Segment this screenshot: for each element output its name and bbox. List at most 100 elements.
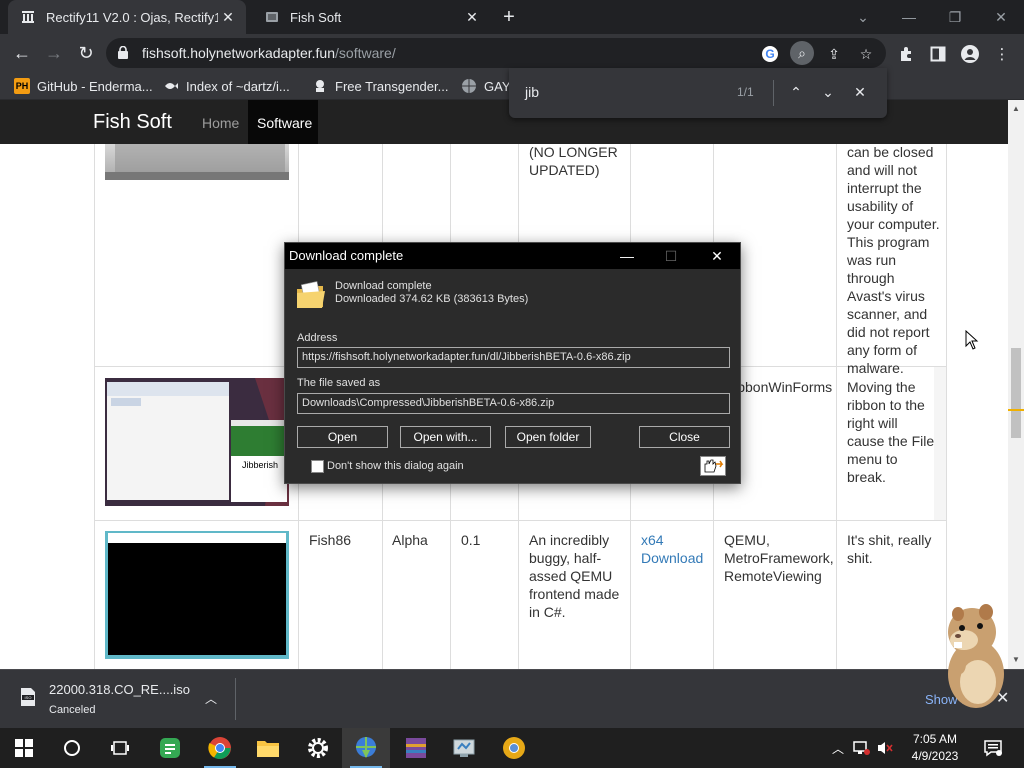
file-explorer-icon[interactable]: [244, 728, 292, 768]
side-panel-icon[interactable]: [927, 43, 949, 65]
back-arrow-icon[interactable]: ←: [9, 40, 35, 66]
windows-taskbar: ︿ 7:05 AM 4/9/2023: [0, 728, 1024, 768]
scrollbar-thumb[interactable]: [1011, 348, 1021, 438]
dialog-maximize-icon[interactable]: ☐: [651, 243, 691, 269]
saved-path-field[interactable]: Downloads\Compressed\JibberishBETA-0.6-x…: [297, 393, 730, 414]
drag-hand-icon[interactable]: [700, 456, 726, 476]
page-scrollbar[interactable]: ▲ ▼: [1008, 100, 1024, 669]
search-circle-icon[interactable]: [48, 728, 96, 768]
settings-gear-icon[interactable]: [294, 728, 342, 768]
dont-show-again-label: Don't show this dialog again: [327, 460, 464, 472]
scroll-up-arrow-icon[interactable]: ▲: [1012, 104, 1020, 113]
folder-document-icon: [295, 279, 327, 314]
internet-download-manager-icon[interactable]: [342, 728, 390, 768]
close-icon[interactable]: ✕: [218, 9, 238, 26]
bookmark-free-transgender[interactable]: Free Transgender...: [312, 77, 448, 95]
table-border: [94, 144, 95, 669]
table-row-divider: [94, 520, 946, 521]
row3-download-link[interactable]: x64 Download: [641, 531, 703, 567]
forward-arrow-icon[interactable]: →: [41, 40, 67, 66]
site-brand[interactable]: Fish Soft: [93, 111, 172, 134]
globe-icon: [461, 78, 477, 94]
start-windows-icon[interactable]: [0, 728, 48, 768]
page-icon: [264, 9, 280, 25]
table-border: [836, 144, 837, 669]
row3-description: An incredibly buggy, half-assed QEMU fro…: [529, 532, 620, 620]
address-label: Address: [297, 332, 338, 344]
new-tab-plus-icon[interactable]: +: [498, 6, 520, 28]
dont-show-again-checkbox[interactable]: [311, 460, 324, 473]
taskbar-clock[interactable]: 7:05 AM 4/9/2023: [900, 731, 970, 765]
volume-muted-icon[interactable]: [874, 728, 896, 768]
row3-stage: Alpha: [392, 532, 428, 548]
svg-text:ISO: ISO: [25, 695, 32, 700]
minimize-icon[interactable]: —: [886, 0, 932, 34]
nav-home[interactable]: Home: [202, 115, 239, 131]
row3-name: Fish86: [309, 532, 352, 548]
dialog-close-icon[interactable]: ✕: [697, 243, 737, 269]
task-view-icon[interactable]: [96, 728, 144, 768]
tab-search-chevron-icon[interactable]: ⌄: [840, 0, 886, 34]
menu-kebab-icon[interactable]: ⋮: [991, 43, 1013, 65]
find-previous-chevron-up-icon[interactable]: ⌃: [785, 81, 807, 103]
bookmark-index-dartz[interactable]: Index of ~dartz/i...: [163, 77, 290, 95]
dialog-titlebar[interactable]: Download complete — ☐ ✕: [285, 243, 740, 269]
bookmark-github[interactable]: PH GitHub - Enderma...: [14, 77, 153, 95]
site-icon: [312, 78, 328, 94]
find-separator: [773, 80, 774, 106]
control-panel-icon[interactable]: [440, 728, 488, 768]
reload-icon[interactable]: ↻: [73, 40, 99, 66]
tab-title: Rectify11 V2.0 : Ojas, Rectify11: [46, 9, 218, 25]
fish-icon: [163, 78, 179, 94]
row2-screenshot[interactable]: Jibberish: [105, 378, 289, 506]
chrome-icon[interactable]: [196, 728, 244, 768]
nav-software[interactable]: Software: [257, 115, 312, 131]
table-border: [946, 144, 947, 669]
bookmark-gay[interactable]: GAY: [461, 77, 511, 95]
open-button[interactable]: Open: [297, 426, 388, 448]
download-complete-dialog: Download complete — ☐ ✕ Download complet…: [284, 242, 741, 484]
close-button[interactable]: Close: [639, 426, 730, 448]
dialog-heading: Download complete: [335, 280, 432, 292]
row3-screenshot[interactable]: [105, 531, 289, 659]
open-folder-button[interactable]: Open folder: [505, 426, 591, 448]
action-center-notification-icon[interactable]: [980, 728, 1006, 768]
restore-icon[interactable]: ❐: [932, 0, 978, 34]
find-in-page-icon[interactable]: ⌕: [790, 41, 814, 65]
google-icon[interactable]: G: [760, 44, 780, 64]
find-next-chevron-down-icon[interactable]: ⌄: [817, 81, 839, 103]
tab-fish-soft[interactable]: Fish Soft ✕: [252, 0, 490, 34]
browser-tab-strip: Rectify11 V2.0 : Ojas, Rectify11 ✕ Fish …: [0, 0, 1024, 34]
find-count: 1/1: [737, 85, 754, 99]
bookmark-star-icon[interactable]: ☆: [856, 44, 876, 64]
row3-notes: It's shit, really shit.: [847, 532, 932, 566]
lock-icon: [118, 45, 128, 62]
download-filename[interactable]: 22000.318.CO_RE....iso: [49, 682, 190, 697]
winrar-archive-icon[interactable]: [392, 728, 440, 768]
address-bar[interactable]: fishsoft.holynetworkadapter.fun/software…: [106, 38, 886, 68]
tray-overflow-chevron-icon[interactable]: ︿: [828, 728, 848, 768]
share-icon[interactable]: ⇪: [824, 44, 844, 64]
close-icon[interactable]: ✕: [462, 9, 482, 26]
find-input[interactable]: jib: [525, 84, 539, 100]
chrome-canary-icon[interactable]: [490, 728, 538, 768]
window-close-icon[interactable]: ✕: [978, 0, 1024, 34]
profile-icon[interactable]: [959, 43, 981, 65]
dialog-title: Download complete: [289, 248, 404, 263]
svg-text:G: G: [765, 47, 774, 61]
extensions-puzzle-icon[interactable]: [895, 43, 917, 65]
download-shelf: ISO 22000.318.CO_RE....iso Canceled ︿ Sh…: [0, 669, 1024, 728]
row1-screenshot[interactable]: [105, 144, 289, 180]
find-close-icon[interactable]: ✕: [849, 81, 871, 103]
sheets-app-icon[interactable]: [146, 728, 194, 768]
open-with-button[interactable]: Open with...: [400, 426, 491, 448]
row1-notes: can be closed and will not interrupt the…: [847, 144, 940, 376]
row3-frameworks: QEMU, MetroFramework, RemoteViewing: [724, 532, 834, 584]
dialog-minimize-icon[interactable]: —: [607, 243, 647, 269]
find-match-marker: [1008, 409, 1024, 411]
chevron-up-icon[interactable]: ︿: [205, 690, 217, 707]
hamster-desktop-pet[interactable]: [934, 602, 1014, 710]
address-field[interactable]: https://fishsoft.holynetworkadapter.fun/…: [297, 347, 730, 368]
tab-rectify11[interactable]: Rectify11 V2.0 : Ojas, Rectify11 ✕: [8, 0, 246, 34]
network-disconnected-icon[interactable]: [850, 728, 872, 768]
